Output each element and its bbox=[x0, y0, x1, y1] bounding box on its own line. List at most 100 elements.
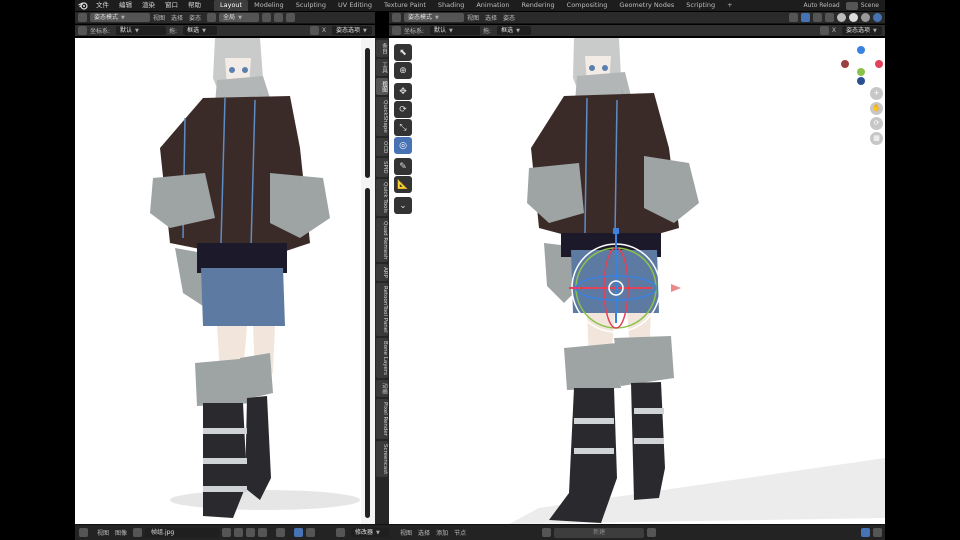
camera-view-icon[interactable]: ⟳ bbox=[870, 117, 883, 130]
editor-type-icon[interactable] bbox=[392, 13, 401, 22]
shading-solid-icon[interactable] bbox=[849, 13, 858, 22]
add-workspace-button[interactable]: + bbox=[721, 0, 738, 11]
navigation-gizmo[interactable] bbox=[841, 46, 883, 86]
menu-help[interactable]: 帮助 bbox=[183, 0, 206, 11]
shading-material-icon[interactable] bbox=[861, 13, 870, 22]
fake-user-shield-icon[interactable] bbox=[222, 528, 232, 537]
shading-rendered-icon[interactable] bbox=[873, 13, 882, 22]
rotate-icon[interactable]: ⟳ bbox=[394, 101, 412, 118]
tab-sculpting[interactable]: Sculpting bbox=[290, 0, 332, 11]
tab-modeling[interactable]: Modeling bbox=[248, 0, 290, 11]
transform-icon[interactable]: ◎ bbox=[394, 137, 412, 154]
scene-icon[interactable] bbox=[845, 1, 858, 10]
left-viewport[interactable] bbox=[75, 38, 361, 524]
node-gizmo-icon[interactable] bbox=[861, 528, 870, 537]
3d-cursor-icon[interactable]: ⊕ bbox=[394, 62, 412, 79]
scene-name[interactable]: Scene bbox=[861, 2, 879, 9]
tool-settings-icon[interactable] bbox=[78, 26, 87, 35]
right-menu-view[interactable]: 视图 bbox=[467, 13, 479, 22]
sidebar-tab-bone-layers[interactable]: Bone Layers bbox=[376, 337, 388, 378]
tab-layout[interactable]: Layout bbox=[214, 0, 249, 11]
scroll-thumb-bottom[interactable] bbox=[365, 188, 370, 518]
node-menu-select[interactable]: 选择 bbox=[418, 528, 430, 537]
axis-x-negative-icon[interactable] bbox=[841, 60, 849, 68]
scale-icon[interactable]: ⤡ bbox=[394, 119, 412, 136]
right-drag-dropdown[interactable]: 框选 ▼ bbox=[497, 26, 532, 35]
right-mode-dropdown[interactable]: 姿态模式 ▼ bbox=[404, 13, 464, 22]
pan-hand-icon[interactable]: ✋ bbox=[870, 102, 883, 115]
image-name-field[interactable]: 帧组.jpg bbox=[145, 527, 220, 538]
left-drag-dropdown[interactable]: 框选 ▼ bbox=[183, 26, 218, 35]
select-cursor-icon[interactable]: ⬉ bbox=[394, 44, 412, 61]
sidebar-tab-screencast[interactable]: Screencast bbox=[376, 440, 388, 478]
left-menu-view[interactable]: 视图 bbox=[153, 13, 165, 22]
menu-render[interactable]: 渲染 bbox=[137, 0, 160, 11]
editor-type-icon[interactable] bbox=[78, 13, 87, 22]
proportional-icon[interactable] bbox=[286, 13, 296, 22]
auto-reload-label[interactable]: Auto Reload bbox=[803, 2, 839, 9]
close-image-icon[interactable] bbox=[258, 528, 268, 537]
orientation-icon[interactable] bbox=[207, 13, 217, 22]
tab-texture-paint[interactable]: Texture Paint bbox=[378, 0, 432, 11]
image-editor-type-icon[interactable] bbox=[79, 528, 88, 537]
sidebar-tab-animation[interactable]: 动画 bbox=[376, 379, 388, 397]
shading-wireframe-icon[interactable] bbox=[837, 13, 846, 22]
sidebar-tab-quick-tools[interactable]: Quick Tools bbox=[376, 178, 388, 216]
sidebar-tab-retoontool[interactable]: RetoonTool Panel bbox=[376, 283, 388, 336]
tab-animation[interactable]: Animation bbox=[470, 0, 515, 11]
axis-y-positive-icon[interactable] bbox=[857, 68, 865, 76]
right-menu-select[interactable]: 选择 bbox=[485, 13, 497, 22]
new-image-icon[interactable] bbox=[234, 528, 244, 537]
left-options-dropdown[interactable]: 姿态选项 ▼ bbox=[332, 26, 372, 35]
tab-compositing[interactable]: Compositing bbox=[561, 0, 614, 11]
tab-geometry-nodes[interactable]: Geometry Nodes bbox=[613, 0, 680, 11]
sidebar-tab-quickshape[interactable]: QuickShape bbox=[376, 97, 388, 136]
tab-uv-editing[interactable]: UV Editing bbox=[332, 0, 378, 11]
mirror-icon[interactable] bbox=[309, 26, 319, 35]
sidebar-tab-tool[interactable]: 工具 bbox=[376, 59, 388, 76]
node-menu-node[interactable]: 节点 bbox=[454, 528, 466, 537]
node-tree-browse-icon[interactable] bbox=[542, 528, 552, 537]
perspective-grid-icon[interactable]: ▦ bbox=[870, 132, 883, 145]
visibility-icon[interactable] bbox=[789, 13, 798, 22]
axis-z-negative-icon[interactable] bbox=[857, 77, 865, 85]
bone-envelope-icon[interactable]: ⌄ bbox=[394, 197, 412, 214]
overlay-toggle-icon[interactable] bbox=[306, 528, 316, 537]
open-folder-icon[interactable] bbox=[246, 528, 256, 537]
sidebar-tab-quad-remesh[interactable]: Quad Remesh bbox=[376, 217, 388, 263]
sidebar-tab-view[interactable]: 视图 bbox=[376, 78, 388, 95]
node-menu-add[interactable]: 添加 bbox=[436, 528, 448, 537]
image-browse-icon[interactable] bbox=[133, 528, 143, 537]
editor-dropdown[interactable]: 修改器 ▼ bbox=[351, 528, 390, 537]
pivot-icon[interactable] bbox=[262, 13, 272, 22]
right-viewport-3d[interactable]: + ✋ ⟳ ▦ bbox=[389, 38, 885, 524]
view-gizmo-icon[interactable] bbox=[294, 528, 304, 537]
right-options-dropdown[interactable]: 姿态选项 ▼ bbox=[842, 26, 882, 35]
menu-window[interactable]: 窗口 bbox=[160, 0, 183, 11]
overlay-icon[interactable] bbox=[813, 13, 822, 22]
sidebar-tab-item[interactable]: 条目 bbox=[376, 40, 388, 57]
left-orientation-dropdown[interactable]: 全局 ▼ bbox=[219, 13, 260, 22]
tab-rendering[interactable]: Rendering bbox=[515, 0, 560, 11]
zoom-icon[interactable]: + bbox=[870, 87, 883, 100]
pin-icon[interactable] bbox=[276, 528, 286, 537]
measure-icon[interactable]: 📐 bbox=[394, 176, 412, 193]
tool-settings-icon[interactable] bbox=[392, 26, 401, 35]
mirror-icon[interactable] bbox=[819, 26, 829, 35]
tab-scripting[interactable]: Scripting bbox=[680, 0, 721, 11]
new-node-tree-button[interactable]: 新建 bbox=[554, 527, 645, 538]
sidebar-tab-ocd[interactable]: OCD bbox=[376, 137, 388, 157]
node-pin-icon[interactable] bbox=[647, 528, 657, 537]
sidebar-tab-arp[interactable]: ARP bbox=[376, 264, 388, 282]
snap-icon[interactable] bbox=[274, 13, 284, 22]
left-mode-dropdown[interactable]: 姿态模式 ▼ bbox=[90, 13, 150, 22]
bottom-menu-view[interactable]: 视图 bbox=[97, 528, 109, 537]
tab-shading[interactable]: Shading bbox=[432, 0, 470, 11]
menu-edit[interactable]: 编辑 bbox=[114, 0, 137, 11]
blender-logo-icon[interactable] bbox=[78, 1, 88, 10]
annotate-icon[interactable]: ✎ bbox=[394, 158, 412, 175]
left-menu-pose[interactable]: 姿态 bbox=[189, 13, 201, 22]
left-menu-select[interactable]: 选择 bbox=[171, 13, 183, 22]
right-coord-dropdown[interactable]: 默认 ▼ bbox=[430, 26, 481, 35]
left-coord-dropdown[interactable]: 默认 ▼ bbox=[116, 26, 167, 35]
